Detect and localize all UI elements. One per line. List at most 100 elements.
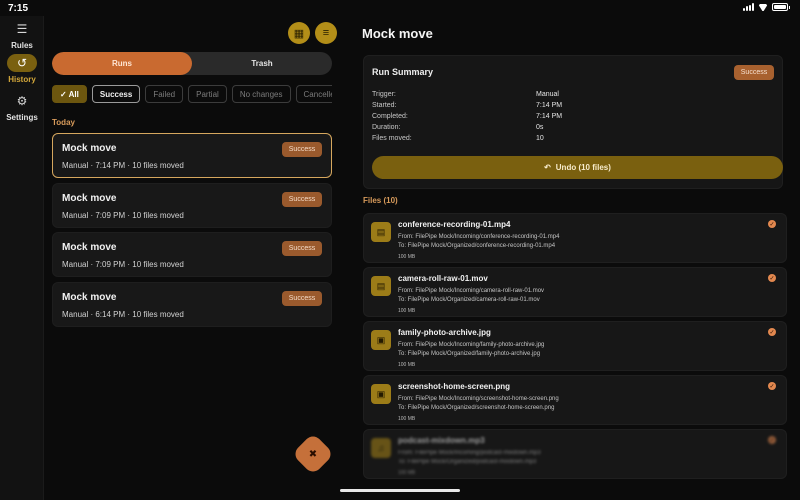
- filter-chip-all[interactable]: ✓ All: [52, 85, 87, 103]
- file-card[interactable]: ▤ camera-roll-raw-01.mov From: FilePipe …: [363, 267, 787, 317]
- summary-heading: Run Summary: [372, 67, 434, 77]
- file-card[interactable]: ♫ podcast-mixdown.mp3 From: FilePipe Moc…: [363, 429, 787, 479]
- filter-chip-partial[interactable]: Partial: [188, 85, 227, 103]
- gear-icon: ⚙: [16, 94, 28, 108]
- file-from-path: From: FilePipe Mock/Incoming/podcast-mix…: [398, 450, 541, 456]
- run-card[interactable]: Mock move Manual · 7:09 PM · 10 files mo…: [52, 232, 332, 277]
- file-card[interactable]: ▤ conference-recording-01.mp4 From: File…: [363, 213, 787, 263]
- file-name: conference-recording-01.mp4: [398, 220, 511, 229]
- file-name: podcast-mixdown.mp3: [398, 436, 485, 445]
- check-circle-icon: ✓: [768, 328, 776, 336]
- summary-key: Started:: [372, 102, 397, 109]
- run-title: Mock move: [62, 242, 117, 253]
- system-icons: [743, 3, 790, 11]
- file-from-path: From: FilePipe Mock/Incoming/screenshot-…: [398, 396, 559, 402]
- file-from-path: From: FilePipe Mock/Incoming/conference-…: [398, 234, 560, 240]
- summary-value: 0s: [536, 124, 544, 131]
- filter-chip-failed[interactable]: Failed: [145, 85, 184, 103]
- home-indicator[interactable]: [340, 489, 460, 492]
- filter-chip-success[interactable]: Success: [91, 85, 141, 103]
- sort-icon: ≡: [322, 27, 330, 39]
- run-summary-card: Run Summary Success Trigger: Manual Star…: [363, 55, 783, 189]
- file-name: camera-roll-raw-01.mov: [398, 274, 488, 283]
- file-from-path: From: FilePipe Mock/Incoming/family-phot…: [398, 342, 545, 348]
- summary-value: Manual: [536, 91, 559, 98]
- tab-runs[interactable]: Runs: [52, 52, 192, 75]
- summary-value: 10: [536, 135, 544, 142]
- run-subtitle: Manual · 7:14 PM · 10 files moved: [62, 161, 184, 170]
- delete-icon: ✖: [308, 448, 318, 460]
- nav-item-settings[interactable]: ⚙ Settings: [0, 92, 44, 122]
- undo-label: Undo (10 files): [555, 163, 611, 172]
- undo-button[interactable]: ↶ Undo (10 files): [372, 156, 783, 179]
- sliders-icon: ☰: [16, 22, 28, 36]
- nav-item-rules[interactable]: ☰ Rules: [0, 20, 44, 50]
- video-icon: ▤: [371, 222, 391, 242]
- status-badge: Success: [282, 241, 322, 256]
- file-card[interactable]: ▣ family-photo-archive.jpg From: FilePip…: [363, 321, 787, 371]
- nav-label-settings: Settings: [6, 113, 38, 122]
- history-icon: ↺: [7, 54, 37, 72]
- file-name: family-photo-archive.jpg: [398, 328, 491, 337]
- summary-key: Trigger:: [372, 91, 396, 98]
- check-circle-icon: ✓: [768, 274, 776, 282]
- cellular-signal-icon: [743, 3, 754, 11]
- summary-value: 7:14 PM: [536, 113, 563, 120]
- file-name: screenshot-home-screen.png: [398, 382, 511, 391]
- nav-label-history: History: [8, 75, 36, 84]
- undo-icon: ↶: [544, 163, 551, 172]
- runs-trash-toggle: Runs Trash: [52, 52, 332, 75]
- run-title: Mock move: [62, 143, 117, 154]
- check-circle-icon: ✓: [768, 382, 776, 390]
- file-size: 100 MB: [398, 254, 416, 260]
- run-card[interactable]: Mock move Manual · 7:09 PM · 10 files mo…: [52, 183, 332, 228]
- file-size: 100 MB: [398, 362, 416, 368]
- file-to-path: To: FilePipe Mock/Organized/podcast-mixd…: [398, 459, 537, 465]
- file-to-path: To: FilePipe Mock/Organized/screenshot-h…: [398, 405, 555, 411]
- history-list-pane: ▦ ≡ Runs Trash ✓ All Success Failed Part…: [44, 16, 344, 500]
- file-size: 100 MB: [398, 308, 416, 314]
- status-badge: Success: [282, 192, 322, 207]
- run-detail-pane: Mock move Run Summary Success Trigger: M…: [352, 16, 800, 500]
- video-icon: ▤: [371, 276, 391, 296]
- summary-key: Completed:: [372, 113, 408, 120]
- file-card[interactable]: ▣ screenshot-home-screen.png From: FileP…: [363, 375, 787, 425]
- file-size: 100 MB: [398, 470, 416, 476]
- summary-key: Duration:: [372, 124, 401, 131]
- file-to-path: To: FilePipe Mock/Organized/family-photo…: [398, 351, 541, 357]
- wifi-icon: [758, 3, 768, 11]
- run-subtitle: Manual · 6:14 PM · 10 files moved: [62, 310, 184, 319]
- summary-value: 7:14 PM: [536, 102, 563, 109]
- sort-button[interactable]: ≡: [315, 22, 337, 44]
- status-filter-chips: ✓ All Success Failed Partial No changes …: [52, 85, 332, 103]
- run-card[interactable]: Mock move Manual · 6:14 PM · 10 files mo…: [52, 282, 332, 327]
- nav-rail: ☰ Rules ↺ History ⚙ Settings: [0, 16, 44, 500]
- calendar-button[interactable]: ▦: [288, 22, 310, 44]
- nav-item-history[interactable]: ↺ History: [0, 54, 44, 84]
- tab-trash[interactable]: Trash: [192, 52, 332, 75]
- run-subtitle: Manual · 7:09 PM · 10 files moved: [62, 260, 184, 269]
- filter-chip-cancelled[interactable]: Cancelled: [295, 85, 332, 103]
- nav-label-rules: Rules: [11, 41, 33, 50]
- run-title: Mock move: [62, 193, 117, 204]
- status-bar: 7:15: [0, 0, 800, 16]
- status-time: 7:15: [8, 3, 29, 14]
- file-to-path: To: FilePipe Mock/Organized/camera-roll-…: [398, 297, 540, 303]
- audio-icon: ♫: [371, 438, 391, 458]
- calendar-icon: ▦: [293, 27, 305, 40]
- summary-key: Files moved:: [372, 135, 412, 142]
- image-icon: ▣: [371, 330, 391, 350]
- check-circle-icon: ✓: [768, 436, 776, 444]
- check-circle-icon: ✓: [768, 220, 776, 228]
- file-from-path: From: FilePipe Mock/Incoming/camera-roll…: [398, 288, 545, 294]
- status-badge: Success: [282, 142, 322, 157]
- section-today: Today: [52, 118, 75, 127]
- file-to-path: To: FilePipe Mock/Organized/conference-r…: [398, 243, 556, 249]
- status-badge: Success: [734, 65, 774, 80]
- filter-chip-no-changes[interactable]: No changes: [231, 85, 291, 103]
- run-subtitle: Manual · 7:09 PM · 10 files moved: [62, 211, 184, 220]
- run-title: Mock move: [62, 292, 117, 303]
- battery-icon: [772, 3, 790, 11]
- page-title: Mock move: [362, 26, 433, 41]
- run-card[interactable]: Mock move Manual · 7:14 PM · 10 files mo…: [52, 133, 332, 178]
